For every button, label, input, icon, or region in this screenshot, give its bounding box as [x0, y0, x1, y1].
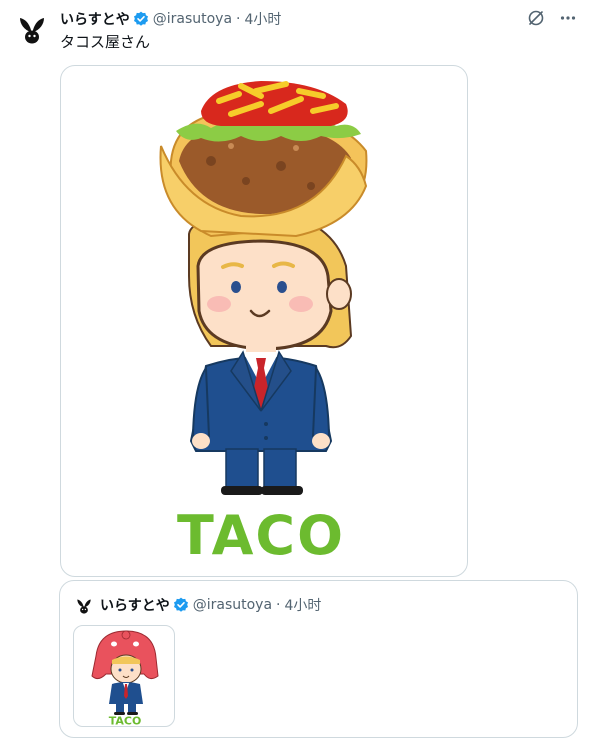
verified-badge-icon: [173, 597, 188, 612]
author-avatar[interactable]: [14, 10, 50, 46]
grok-icon[interactable]: [527, 9, 545, 27]
avatar-logo-icon: [20, 18, 44, 44]
octopus-hat-man-illustration: TACO: [91, 630, 159, 727]
quoted-tweet-time: 4小时: [284, 598, 322, 614]
taco-hat-man-illustration: TACO: [159, 81, 368, 567]
separator-dot: ·: [276, 597, 281, 613]
tweet-media-image[interactable]: TACO: [60, 65, 468, 577]
author-name[interactable]: いらすとや: [60, 9, 130, 29]
quoted-tweet[interactable]: いらすとや @irasutoya · 4小时 TACO: [59, 580, 578, 738]
separator-dot: ·: [236, 11, 241, 27]
taco-label: TACO: [177, 504, 345, 567]
tweet-text: タコス屋さん: [60, 33, 151, 51]
quoted-avatar-logo-icon[interactable]: [74, 595, 94, 615]
tweet: いらすとや @irasutoya · 4小时 タコス屋さん TACO いらすとや…: [0, 0, 593, 747]
author-handle[interactable]: @irasutoya: [153, 11, 232, 27]
quoted-author-name: いらすとや: [100, 598, 170, 614]
quoted-taco-label: TACO: [109, 715, 142, 727]
more-icon[interactable]: [559, 9, 577, 27]
verified-badge-icon: [133, 11, 148, 26]
quoted-author-handle: @irasutoya: [192, 597, 273, 613]
quoted-tweet-header: いらすとや @irasutoya · 4小时: [74, 595, 321, 615]
header-actions: [527, 9, 577, 27]
tweet-header: いらすとや @irasutoya · 4小时: [60, 9, 281, 29]
tweet-time[interactable]: 4小时: [245, 9, 282, 29]
quoted-tweet-media-image[interactable]: TACO: [73, 625, 175, 727]
